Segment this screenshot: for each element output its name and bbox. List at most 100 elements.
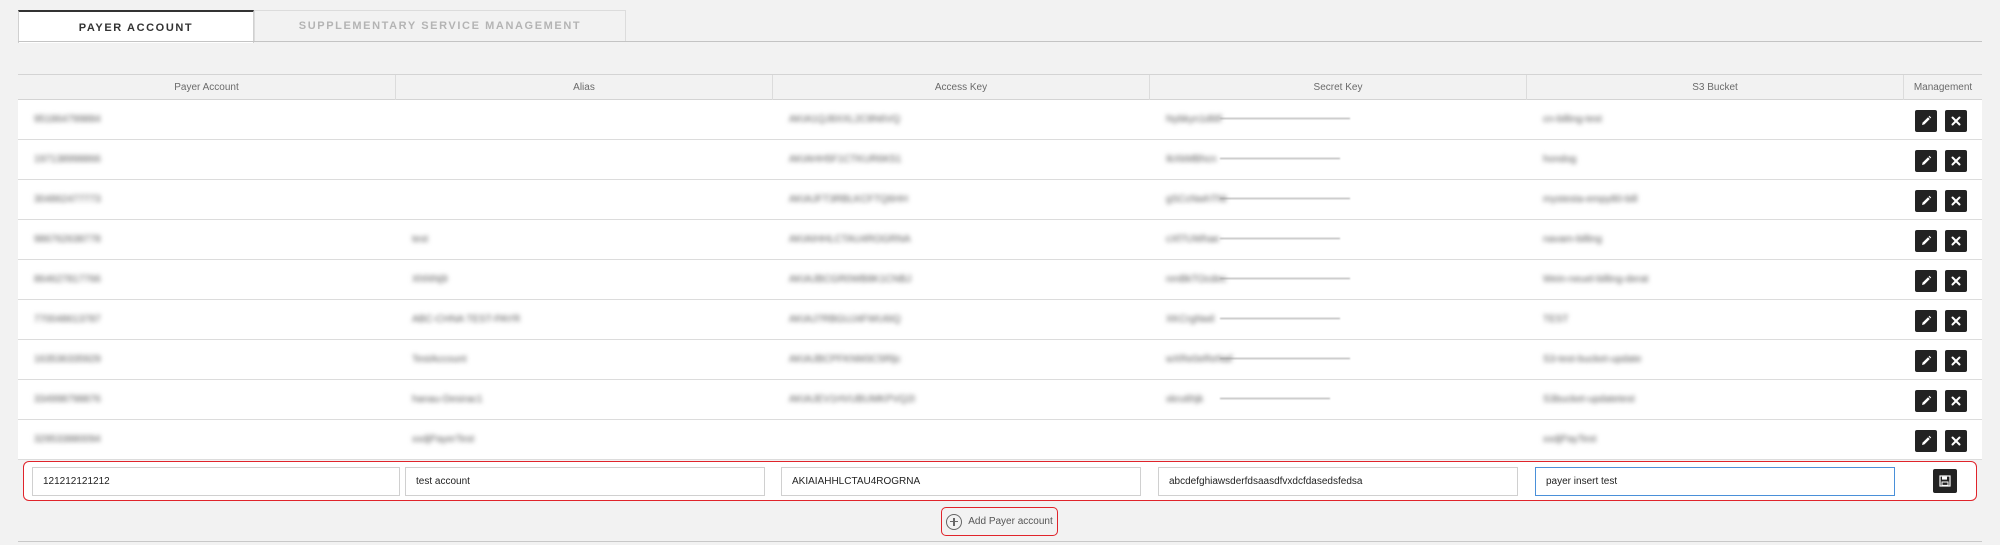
header-secret-key: Secret Key (1150, 75, 1527, 100)
cell-access-key: AKIAHH5F1CTKUR6K51 (789, 154, 902, 165)
cell-access-key: AKIAJFT3RBLKCFTQ6HH (789, 194, 908, 205)
pencil-icon (1922, 395, 1932, 405)
delete-button[interactable] (1945, 110, 1967, 132)
edit-button[interactable] (1915, 110, 1937, 132)
header-management: Management (1913, 82, 1973, 93)
add-payer-account-button[interactable]: Add Payer account (941, 507, 1058, 536)
delete-button[interactable] (1945, 350, 1967, 372)
cell-secret-key: Nybkyn1d6tf (1166, 114, 1222, 125)
table-row: 304862477773 AKIAJFT3RBLKCFTQ6HH gSCcNwhTN… (18, 180, 1982, 220)
table-row: 770048613787 ABC-CHNA TEST-PAYR AKIAJ7RBGU… (18, 300, 1982, 340)
close-icon (1951, 356, 1961, 366)
cell-alias: Xhf4Nj9 (412, 274, 448, 285)
table-row: 163536335929 TestAccount AKIAJBCPFKNM3C5Rl… (18, 340, 1982, 380)
s3-bucket-input[interactable] (1535, 467, 1895, 496)
pencil-icon (1922, 195, 1932, 205)
close-icon (1951, 196, 1961, 206)
cell-access-key: AKIAJ7RBGUJ4FWU6IQ (789, 314, 901, 325)
edit-button[interactable] (1915, 230, 1937, 252)
edit-button[interactable] (1915, 150, 1937, 172)
table-row: 864627817766 Xhf4Nj9 AKIAJBCGR0WB8K1CNBJ nm… (18, 260, 1982, 300)
cell-s3-bucket: Wein-neuel-billing-derat (1543, 274, 1649, 285)
cell-secret-key: nmBkTOcdec (1166, 274, 1227, 285)
edit-button[interactable] (1915, 390, 1937, 412)
edit-button[interactable] (1915, 270, 1937, 292)
close-icon (1951, 316, 1961, 326)
tab-payer-account[interactable]: PAYER ACCOUNT (18, 10, 254, 43)
header-alias: Alias (396, 75, 773, 100)
cell-access-key: AKIAJBCGR0WB8K1CNBJ (789, 274, 912, 285)
close-icon (1951, 276, 1961, 286)
edit-button[interactable] (1915, 350, 1937, 372)
table-row: 329533880094 xxdjPayerTest xxdjPayTest (18, 420, 1982, 460)
cell-s3-bucket: S3-test-bucket-update (1543, 354, 1642, 365)
access-key-input[interactable] (781, 467, 1141, 496)
edit-button[interactable] (1915, 430, 1937, 452)
cell-secret-key: XKCrgNwil (1166, 314, 1215, 325)
add-payer-account-label: Add Payer account (968, 516, 1053, 527)
delete-button[interactable] (1945, 150, 1967, 172)
edit-button[interactable] (1915, 190, 1937, 212)
cell-s3-bucket: hondog (1543, 154, 1577, 165)
pencil-icon (1922, 435, 1932, 445)
payer-account-input[interactable] (32, 467, 400, 496)
masked-secret-indicator (1220, 118, 1350, 119)
tab-divider (18, 41, 1982, 42)
masked-secret-indicator (1220, 158, 1340, 159)
cell-payer-account: 334998798876 (34, 394, 101, 405)
delete-button[interactable] (1945, 310, 1967, 332)
masked-secret-indicator (1220, 398, 1330, 399)
delete-button[interactable] (1945, 190, 1967, 212)
cell-alias: hanau-Desirac1 (412, 394, 483, 405)
cell-s3-bucket: mystesta-empy80-bill (1543, 194, 1638, 205)
edit-button[interactable] (1915, 310, 1937, 332)
close-icon (1951, 236, 1961, 246)
cell-access-key: AKIAJEV1HVUBUMKPVQ2I (789, 394, 916, 405)
cell-payer-account: 163536335929 (34, 354, 101, 365)
table-row: 334998798876 hanau-Desirac1 AKIAJEV1HVUBUM… (18, 380, 1982, 420)
masked-secret-indicator (1220, 278, 1350, 279)
delete-button[interactable] (1945, 430, 1967, 452)
cell-access-key: AKIAJBCPFKNM3C5Rljc (789, 354, 901, 365)
cell-secret-key: xkru6hjk (1166, 394, 1204, 405)
table-header: Payer Account Alias Access Key Secret Ke… (18, 74, 1982, 100)
cell-s3-bucket: TEST (1543, 314, 1569, 325)
cell-payer-account: 197138998866 (34, 154, 101, 165)
cell-payer-account: 864627817766 (34, 274, 101, 285)
cell-access-key (773, 420, 1150, 460)
cell-secret-key: gSCcNwhTNt (1166, 194, 1227, 205)
cell-s3-bucket: S3bucket-updatetest (1543, 394, 1635, 405)
header-s3-bucket: S3 Bucket (1527, 75, 1904, 100)
cell-s3-bucket: cn-billing-test (1543, 114, 1602, 125)
secret-key-input[interactable] (1158, 467, 1518, 496)
tab-bar: PAYER ACCOUNT SUPPLEMENTARY SERVICE MANA… (18, 10, 2000, 43)
cell-payer-account: 770048613787 (34, 314, 101, 325)
pencil-icon (1922, 155, 1932, 165)
bottom-divider (18, 541, 1982, 542)
cell-alias: xxdjPayerTest (412, 434, 475, 445)
pencil-icon (1922, 315, 1932, 325)
pencil-icon (1922, 275, 1932, 285)
cell-alias: test (412, 234, 429, 245)
cell-alias: ABC-CHNA TEST-PAYR (412, 314, 521, 325)
save-button[interactable] (1933, 469, 1957, 493)
new-payer-row (23, 461, 1977, 501)
cell-alias (396, 180, 773, 220)
delete-button[interactable] (1945, 270, 1967, 292)
masked-secret-indicator (1220, 238, 1340, 239)
alias-input[interactable] (405, 467, 765, 496)
table-row: 951864799884 AKIA1QJ8XXL2C8N6VQ Nybkyn1d6t… (18, 100, 1982, 140)
cell-secret-key: cXf7UWhae (1166, 234, 1220, 245)
cell-payer-account: 304862477773 (34, 194, 101, 205)
cell-payer-account: 329533880094 (34, 434, 101, 445)
cell-payer-account: 986762638778 (34, 234, 101, 245)
tab-supplementary-service-management[interactable]: SUPPLEMENTARY SERVICE MANAGEMENT (254, 10, 626, 41)
delete-button[interactable] (1945, 230, 1967, 252)
close-icon (1951, 436, 1961, 446)
cell-payer-account: 951864799884 (34, 114, 101, 125)
delete-button[interactable] (1945, 390, 1967, 412)
cell-alias (396, 100, 773, 140)
masked-secret-indicator (1220, 198, 1350, 199)
cell-alias: TestAccount (412, 354, 467, 365)
pencil-icon (1922, 115, 1932, 125)
